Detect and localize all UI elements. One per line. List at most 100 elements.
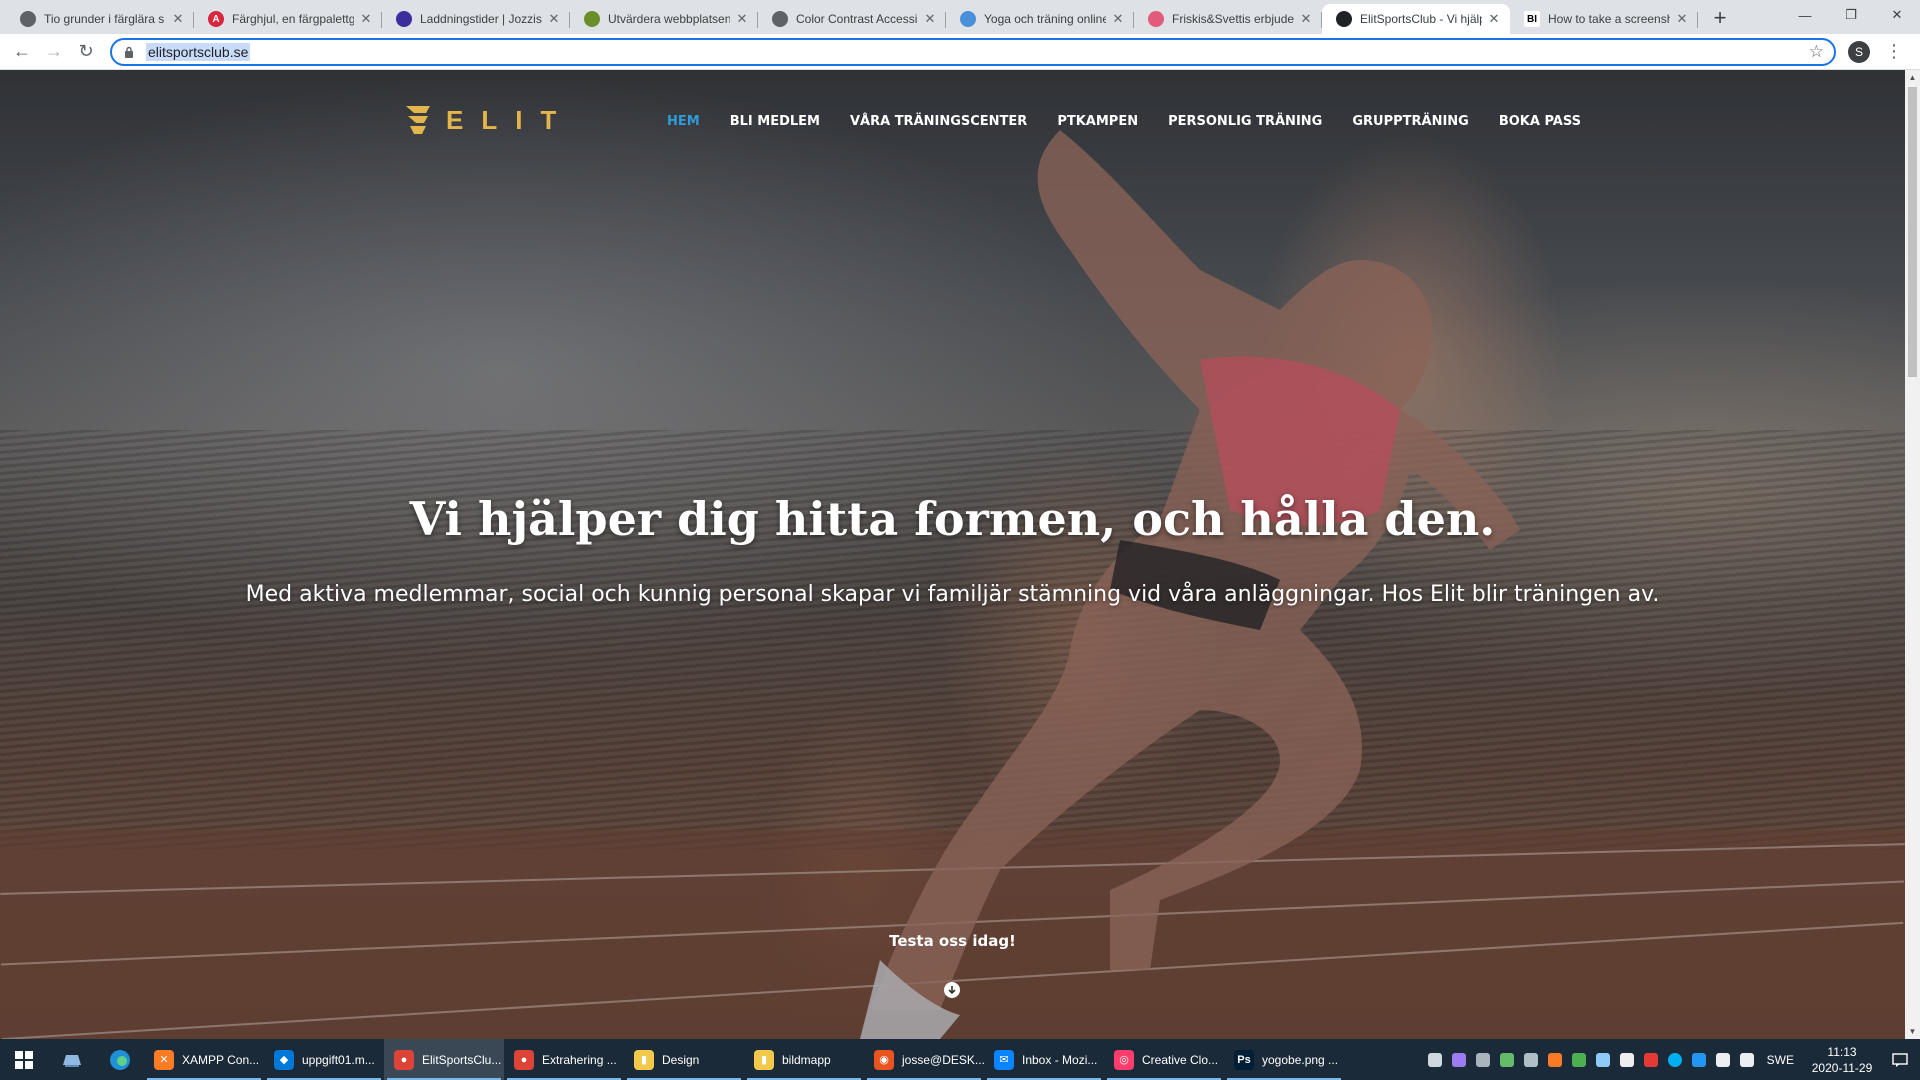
tray-icon[interactable] bbox=[1427, 1052, 1442, 1067]
tray-icon[interactable] bbox=[1451, 1052, 1466, 1067]
url-text[interactable]: elitsportsclub.se bbox=[146, 42, 251, 61]
browser-tab[interactable]: Yoga och träning online ✕ bbox=[946, 4, 1134, 34]
taskbar-app-label: Design bbox=[662, 1052, 700, 1067]
nav-link[interactable]: PTKAMPEN bbox=[1057, 114, 1138, 129]
taskbar-app-button[interactable]: ▮ Design bbox=[624, 1039, 744, 1080]
tab-close-icon[interactable]: ✕ bbox=[1674, 11, 1690, 27]
system-tray: SWE 11:13 2020-11-29 bbox=[1423, 1039, 1920, 1080]
network-tray-icon[interactable] bbox=[1715, 1052, 1730, 1067]
taskbar-app-button[interactable]: ◉ josse@DESK... bbox=[864, 1039, 984, 1080]
tab-close-icon[interactable]: ✕ bbox=[358, 11, 374, 27]
tab-favicon-icon bbox=[1148, 11, 1164, 27]
taskbar-app-button[interactable]: ◆ uppgift01.m... bbox=[264, 1039, 384, 1080]
new-tab-button[interactable]: + bbox=[1706, 4, 1734, 32]
taskbar-app-label: bildmapp bbox=[782, 1052, 831, 1067]
clock[interactable]: 11:13 2020-11-29 bbox=[1804, 1044, 1880, 1076]
tab-favicon-icon bbox=[584, 11, 600, 27]
bookmark-star-icon[interactable]: ☆ bbox=[1809, 42, 1824, 62]
scroll-down-icon[interactable] bbox=[944, 982, 960, 998]
taskbar-app-button[interactable]: ✕ XAMPP Con... bbox=[144, 1039, 264, 1080]
skype-tray-icon[interactable] bbox=[1667, 1052, 1682, 1067]
tray-icon[interactable] bbox=[1499, 1052, 1514, 1067]
nav-link[interactable]: BLI MEDLEM bbox=[730, 114, 820, 129]
taskbar-app-button[interactable]: ◎ Creative Clo... bbox=[1104, 1039, 1224, 1080]
tab-title: Utvärdera webbplatsen bbox=[608, 12, 730, 26]
window-controls: — ❐ ✕ bbox=[1782, 0, 1920, 30]
windows-start-icon[interactable] bbox=[0, 1039, 48, 1080]
tray-icon[interactable] bbox=[1619, 1052, 1634, 1067]
address-bar[interactable]: elitsportsclub.se ☆ bbox=[110, 37, 1836, 66]
back-icon[interactable]: ← bbox=[6, 36, 38, 68]
bluetooth-tray-icon[interactable] bbox=[1691, 1052, 1706, 1067]
tab-favicon-icon: BI bbox=[1524, 11, 1540, 27]
taskbar-app-icon: ▮ bbox=[634, 1049, 654, 1070]
browser-tab[interactable]: BI How to take a screensh ✕ bbox=[1510, 4, 1698, 34]
taskbar-app-button[interactable]: Ps yogobe.png ... bbox=[1224, 1039, 1344, 1080]
taskbar-app-label: yogobe.png ... bbox=[1262, 1052, 1339, 1067]
minimize-button[interactable]: — bbox=[1782, 0, 1828, 30]
windows-taskbar: ✕ XAMPP Con... ◆ uppgift01.m... ● ElitSportsC… bbox=[0, 1039, 1920, 1080]
tab-close-icon[interactable]: ✕ bbox=[1110, 11, 1126, 27]
taskbar-app-button[interactable]: ● Extrahering ... bbox=[504, 1039, 624, 1080]
tab-close-icon[interactable]: ✕ bbox=[170, 11, 186, 27]
taskbar-app-icon: ◎ bbox=[1114, 1049, 1134, 1070]
scroll-down-arrow-icon[interactable]: ▼ bbox=[1905, 1024, 1920, 1039]
nav-link[interactable]: GRUPPTRÄNING bbox=[1352, 114, 1469, 129]
site-logo[interactable]: ELIT bbox=[404, 104, 574, 136]
browser-tab[interactable]: Tio grunder i färglära s ✕ bbox=[6, 4, 194, 34]
nav-link[interactable]: PERSONLIG TRÄNING bbox=[1168, 114, 1322, 129]
page-scrollbar[interactable]: ▲ ▼ bbox=[1905, 70, 1920, 1039]
tab-title: Color Contrast Accessib bbox=[796, 12, 918, 26]
tray-icon[interactable] bbox=[1475, 1052, 1490, 1067]
tab-close-icon[interactable]: ✕ bbox=[1486, 11, 1502, 27]
taskbar-app-icon: ◉ bbox=[874, 1049, 894, 1070]
clock-date: 2020-11-29 bbox=[1811, 1060, 1873, 1075]
clock-time: 11:13 bbox=[1827, 1044, 1857, 1059]
browser-tab[interactable]: Laddningstider | Jozzis ✕ bbox=[382, 4, 570, 34]
tab-title: Yoga och träning online bbox=[984, 12, 1106, 26]
tray-icon[interactable] bbox=[1595, 1052, 1610, 1067]
close-window-button[interactable]: ✕ bbox=[1874, 0, 1920, 30]
browser-tab[interactable]: ElitSportsClub - Vi hjälp ✕ bbox=[1322, 4, 1510, 34]
tray-icon[interactable] bbox=[1643, 1052, 1658, 1067]
tab-close-icon[interactable]: ✕ bbox=[546, 11, 562, 27]
tab-close-icon[interactable]: ✕ bbox=[1298, 11, 1314, 27]
cta-link[interactable]: Testa oss idag! bbox=[0, 932, 1905, 950]
volume-tray-icon[interactable] bbox=[1739, 1052, 1754, 1067]
taskbar-app-button[interactable]: ✉ Inbox - Mozi... bbox=[984, 1039, 1104, 1080]
browser-menu-icon[interactable]: ⋮ bbox=[1884, 41, 1904, 62]
language-indicator[interactable]: SWE bbox=[1767, 1053, 1794, 1067]
taskbar-app-button[interactable]: ▮ bildmapp bbox=[744, 1039, 864, 1080]
edge-browser-icon[interactable] bbox=[96, 1039, 144, 1080]
reload-icon[interactable]: ↻ bbox=[70, 36, 102, 68]
lock-icon[interactable] bbox=[122, 45, 136, 59]
scrollbar-thumb[interactable] bbox=[1908, 87, 1917, 377]
taskbar-app-button[interactable]: ● ElitSportsClu... bbox=[384, 1039, 504, 1080]
tray-icon[interactable] bbox=[1523, 1052, 1538, 1067]
tab-title: Färghjul, en färgpalettg bbox=[232, 12, 354, 26]
tab-close-icon[interactable]: ✕ bbox=[922, 11, 938, 27]
browser-tab[interactable]: Color Contrast Accessib ✕ bbox=[758, 4, 946, 34]
tray-icon[interactable] bbox=[1571, 1052, 1586, 1067]
taskbar-app-label: XAMPP Con... bbox=[182, 1052, 260, 1067]
tab-close-icon[interactable]: ✕ bbox=[734, 11, 750, 27]
action-center-icon[interactable] bbox=[1880, 1052, 1920, 1068]
tab-title: Tio grunder i färglära s bbox=[44, 12, 165, 26]
scroll-up-arrow-icon[interactable]: ▲ bbox=[1905, 70, 1920, 85]
nav-link[interactable]: HEM bbox=[667, 114, 700, 129]
restore-button[interactable]: ❐ bbox=[1828, 0, 1874, 30]
taskbar-apps: ✕ XAMPP Con... ◆ uppgift01.m... ● ElitSportsC… bbox=[144, 1039, 1344, 1080]
profile-avatar[interactable]: S bbox=[1848, 40, 1870, 63]
taskbar-app-label: josse@DESK... bbox=[902, 1052, 984, 1067]
nav-link[interactable]: VÅRA TRÄNINGSCENTER bbox=[850, 114, 1027, 129]
browser-tab[interactable]: Utvärdera webbplatsen ✕ bbox=[570, 4, 758, 34]
tab-favicon-icon: A bbox=[208, 11, 224, 27]
forward-icon[interactable]: → bbox=[38, 36, 70, 68]
tray-icon[interactable] bbox=[1547, 1052, 1562, 1067]
taskbar-app-label: Inbox - Mozi... bbox=[1022, 1052, 1098, 1067]
tab-title: ElitSportsClub - Vi hjälp bbox=[1360, 12, 1482, 26]
browser-tab[interactable]: Friskis&Svettis erbjuder ✕ bbox=[1134, 4, 1322, 34]
nav-link[interactable]: BOKA PASS bbox=[1499, 114, 1581, 129]
browser-tab[interactable]: A Färghjul, en färgpalettg ✕ bbox=[194, 4, 382, 34]
task-view-icon[interactable] bbox=[48, 1039, 96, 1080]
